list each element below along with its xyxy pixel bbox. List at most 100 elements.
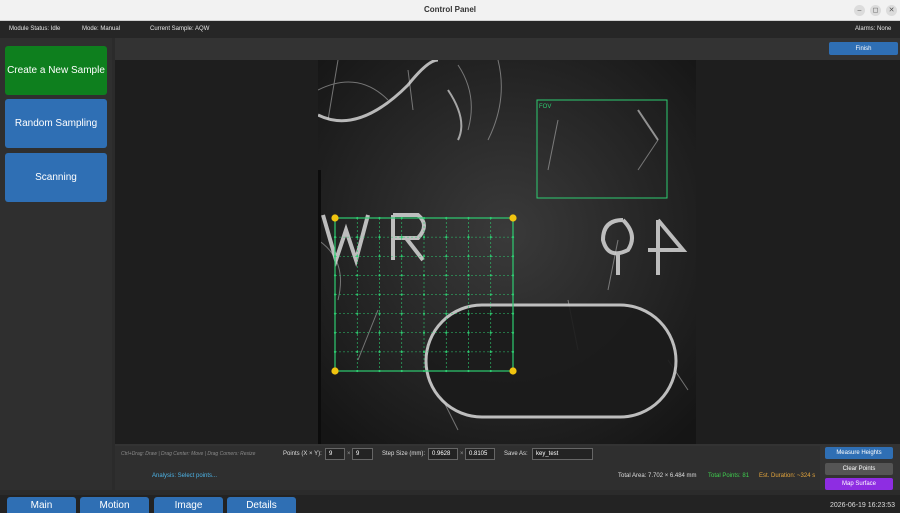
points-y-input[interactable]: 9 xyxy=(352,448,373,460)
sample-point xyxy=(489,350,492,353)
total-area: Total Area: 7.702 × 6.484 mm xyxy=(618,473,697,479)
sample-point xyxy=(445,236,448,239)
sample-point xyxy=(378,350,381,353)
sample-point xyxy=(511,274,515,277)
sample-point xyxy=(400,312,403,315)
clock: 2026-06-19 16:23:53 xyxy=(830,502,895,509)
sample-point xyxy=(445,216,448,220)
sample-point xyxy=(489,274,492,277)
sample-point xyxy=(378,216,381,220)
sample-point xyxy=(378,236,381,239)
sample-point xyxy=(333,312,337,315)
interaction-hint: Ctrl+Drag: Draw | Drag Center: Move | Dr… xyxy=(121,451,256,457)
sample-point xyxy=(511,293,515,296)
sample-point xyxy=(489,293,492,296)
sample-point xyxy=(445,293,448,296)
tab-main[interactable]: Main xyxy=(7,497,76,513)
corner-handle[interactable] xyxy=(509,367,517,375)
tab-motion[interactable]: Motion xyxy=(80,497,149,513)
sample-point xyxy=(467,274,470,277)
window-title: Control Panel xyxy=(423,5,476,14)
sample-point xyxy=(378,331,381,334)
scanning-button[interactable]: Scanning xyxy=(5,153,107,202)
sample-point xyxy=(467,236,470,239)
sample-image-canvas[interactable]: FOV xyxy=(317,58,696,444)
map-surface-button[interactable]: Map Surface xyxy=(825,478,893,490)
sample-point xyxy=(333,293,337,296)
controls-panel: Ctrl+Drag: Draw | Drag Center: Move | Dr… xyxy=(115,446,820,490)
sample-point xyxy=(400,369,403,373)
step-y-input[interactable]: 0.8105 xyxy=(465,448,495,460)
module-status: Module Status: Idle xyxy=(9,26,61,32)
sample-point xyxy=(445,350,448,353)
sample-point xyxy=(400,350,403,353)
sample-point xyxy=(511,312,515,315)
sample-point xyxy=(356,255,359,258)
sample-point xyxy=(356,236,359,239)
sample-point xyxy=(356,216,359,220)
alarms-status: Alarms: None xyxy=(855,26,892,32)
total-points: Total Points: 81 xyxy=(708,473,750,479)
sample-point xyxy=(422,236,426,239)
sample-image[interactable]: FOV xyxy=(317,58,696,444)
sample-point xyxy=(333,255,337,258)
close-icon[interactable]: ✕ xyxy=(886,5,897,16)
sample-point xyxy=(467,369,470,373)
sample-point xyxy=(378,255,381,258)
minimize-icon[interactable]: – xyxy=(854,5,865,16)
sample-point xyxy=(422,293,426,296)
corner-handle[interactable] xyxy=(509,214,517,222)
sample-point xyxy=(467,293,470,296)
corner-handle[interactable] xyxy=(331,214,339,222)
sample-point xyxy=(333,350,337,353)
sample-point xyxy=(489,216,492,220)
sample-point xyxy=(356,331,359,334)
step-times: × xyxy=(460,451,464,457)
points-x-input[interactable]: 9 xyxy=(325,448,345,460)
sample-point xyxy=(467,255,470,258)
tab-image[interactable]: Image xyxy=(154,497,223,513)
sample-point xyxy=(400,236,403,239)
sample-point xyxy=(511,331,515,334)
sample-point xyxy=(378,312,381,315)
tab-bar: Main Motion Image Details xyxy=(0,495,900,513)
sample-point xyxy=(489,331,492,334)
save-as-input[interactable]: key_test xyxy=(532,448,593,460)
sample-point xyxy=(511,350,515,353)
fov-label: FOV xyxy=(539,104,551,110)
maximize-icon[interactable]: ◻ xyxy=(870,5,881,16)
sample-point xyxy=(333,236,337,239)
sample-point xyxy=(467,216,470,220)
points-label: Points (X × Y): xyxy=(283,451,322,457)
measure-heights-button[interactable]: Measure Heights xyxy=(825,447,893,459)
sample-point xyxy=(445,369,448,373)
corner-handle[interactable] xyxy=(331,367,339,375)
estimated-duration: Est. Duration: ~324 s xyxy=(759,473,816,479)
sample-point xyxy=(422,255,426,258)
sample-point xyxy=(467,331,470,334)
sample-point xyxy=(422,312,426,315)
current-sample: Current Sample: AQW xyxy=(150,26,210,32)
sample-point xyxy=(445,331,448,334)
tab-details[interactable]: Details xyxy=(227,497,296,513)
sample-point xyxy=(467,312,470,315)
sample-point xyxy=(422,369,426,373)
mode-status: Mode: Manual xyxy=(82,26,121,32)
sample-point xyxy=(422,350,426,353)
step-size-label: Step Size (mm): xyxy=(382,451,426,457)
sample-point xyxy=(445,255,448,258)
sidebar: Create a New Sample Random Sampling Scan… xyxy=(0,38,112,490)
finish-button[interactable]: Finish xyxy=(829,42,898,55)
status-bar: Module Status: Idle Mode: Manual Current… xyxy=(0,21,900,38)
sample-point xyxy=(356,293,359,296)
sample-point xyxy=(400,274,403,277)
sample-point xyxy=(356,312,359,315)
sample-point xyxy=(511,255,515,258)
sample-point xyxy=(378,274,381,277)
sample-point xyxy=(489,312,492,315)
sample-point xyxy=(400,255,403,258)
clear-points-button[interactable]: Clear Points xyxy=(825,463,893,475)
random-sampling-button[interactable]: Random Sampling xyxy=(5,99,107,148)
step-x-input[interactable]: 0.9628 xyxy=(428,448,458,460)
create-sample-button[interactable]: Create a New Sample xyxy=(5,46,107,95)
